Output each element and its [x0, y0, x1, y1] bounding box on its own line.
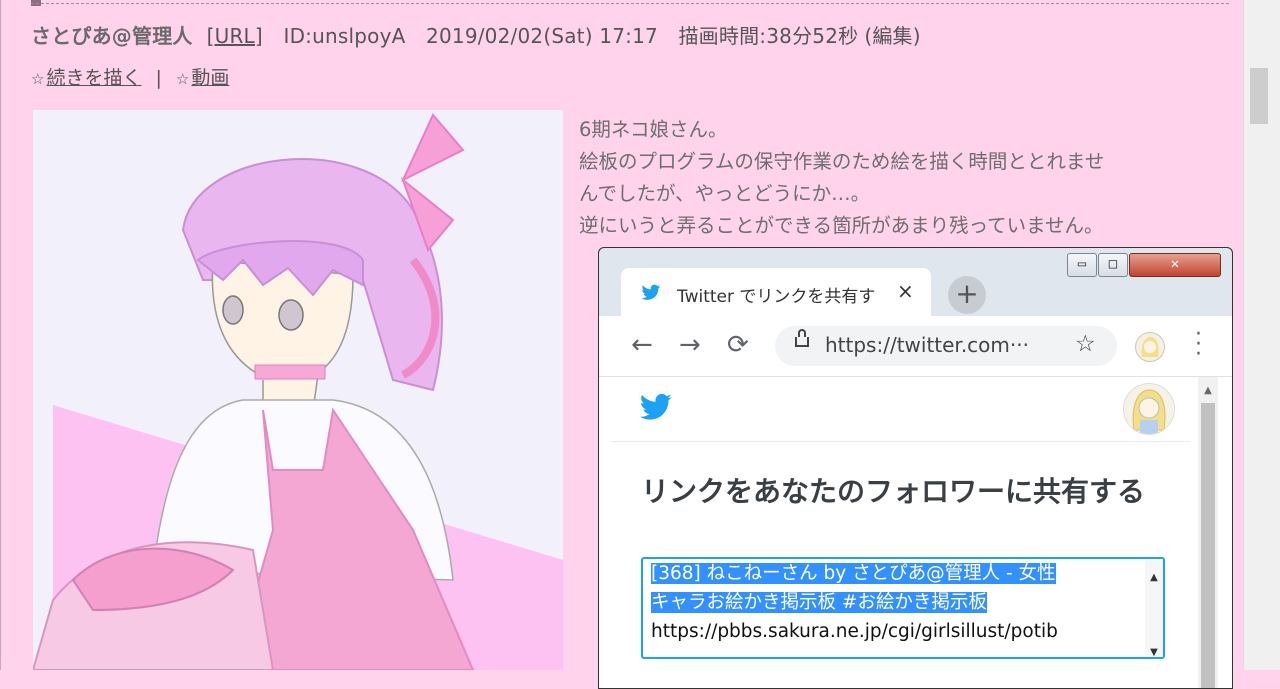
share-heading: リンクをあなたのフォロワーに共有する: [641, 475, 1146, 508]
page-scrollbar-thumb[interactable]: [1250, 68, 1268, 124]
edit-link[interactable]: (編集): [864, 24, 920, 48]
illustration-image: [33, 113, 563, 670]
tab-title: Twitter でリンクを共有す: [677, 287, 876, 307]
post-comment: 6期ネコ娘さん。 絵板のプログラムの保守作業のため絵を描く時間ととれませ んでし…: [579, 114, 1219, 242]
maximize-icon: □: [1108, 256, 1118, 272]
minimize-button[interactable]: ▭: [1067, 253, 1097, 277]
address-url: https://twitter.com···: [825, 333, 1029, 357]
content-scrollbar[interactable]: ▲: [1198, 377, 1218, 688]
forward-arrow-icon[interactable]: →: [679, 330, 701, 360]
comment-line: んでしたが、やっとどうにか…。: [579, 182, 871, 205]
new-tab-button[interactable]: +: [948, 276, 986, 314]
star-icon: ☆: [31, 70, 45, 88]
video-link[interactable]: 動画: [191, 67, 229, 89]
browser-window: ▭ □ ✕ Twitter でリンクを共有す × + ← → ⟳ https:/…: [598, 247, 1233, 689]
scroll-up-icon[interactable]: ▲: [1198, 385, 1218, 396]
maximize-button[interactable]: □: [1098, 253, 1128, 277]
minimize-icon: ▭: [1077, 256, 1087, 272]
browser-toolbar: ← → ⟳ https://twitter.com··· ☆ · · ·: [599, 316, 1232, 377]
post-links: ☆ 続きを描く | ☆ 動画: [31, 63, 229, 90]
menu-dots-icon[interactable]: · · ·: [1195, 324, 1202, 366]
link-separator: |: [155, 67, 162, 89]
tweet-text-line: https://pbbs.sakura.ne.jp/cgi/girlsillus…: [651, 621, 1058, 642]
close-icon: ✕: [1170, 256, 1180, 272]
post-datetime: 2019/02/02(Sat) 17:17: [426, 24, 658, 48]
address-bar[interactable]: https://twitter.com··· ☆: [775, 326, 1117, 366]
tweet-textarea[interactable]: [368] ねこねーさん by さとぴあ@管理人 - 女性 キャラお絵かき掲示板…: [641, 557, 1165, 659]
twitter-bird-icon: [641, 284, 661, 300]
star-icon: ☆: [175, 70, 190, 88]
post-header: さとぴあ@管理人 [URL] ID:unslpoyA 2019/02/02(Sat…: [31, 20, 921, 49]
draw-time: 描画時間:38分52秒: [678, 24, 859, 48]
posted-illustration[interactable]: [33, 110, 563, 670]
url-link[interactable]: [URL]: [207, 24, 263, 48]
profile-avatar[interactable]: [1135, 332, 1165, 362]
window-close-button[interactable]: ✕: [1129, 253, 1221, 277]
comment-line: 絵板のプログラムの保守作業のため絵を描く時間ととれませ: [579, 150, 1105, 173]
user-avatar[interactable]: [1123, 383, 1175, 435]
tab-close-icon[interactable]: ×: [897, 279, 914, 303]
post-separator: [31, 3, 1229, 4]
bookmark-star-icon[interactable]: ☆: [1075, 331, 1096, 357]
reload-icon[interactable]: ⟳: [727, 330, 749, 360]
browser-tab[interactable]: Twitter でリンクを共有す ×: [621, 268, 931, 318]
post-id: ID:unslpoyA: [283, 24, 406, 48]
post-author: さとぴあ@管理人: [31, 24, 193, 48]
textarea-scrollbar[interactable]: ▲ ▼: [1145, 559, 1163, 657]
comment-line: 逆にいうと弄ることができる箇所があまり残っていません。: [579, 214, 1104, 237]
twitter-header: [611, 377, 1191, 442]
page-scrollbar[interactable]: [1243, 0, 1280, 670]
twitter-bird-icon[interactable]: [639, 393, 673, 423]
lock-icon: [795, 329, 809, 347]
tweet-text-line: キャラお絵かき掲示板 #お絵かき掲示板: [651, 592, 987, 613]
back-arrow-icon[interactable]: ←: [631, 330, 653, 360]
continue-drawing-link[interactable]: 続きを描く: [46, 67, 141, 89]
comment-line: 6期ネコ娘さん。: [579, 118, 728, 141]
window-titlebar[interactable]: ▭ □ ✕ Twitter でリンクを共有す × +: [599, 248, 1232, 318]
twitter-share-page: リンクをあなたのフォロワーに共有する [368] ねこねーさん by さとぴあ@…: [599, 377, 1232, 688]
content-scrollbar-thumb[interactable]: [1201, 403, 1215, 688]
tweet-text-line: [368] ねこねーさん by さとぴあ@管理人 - 女性: [651, 563, 1056, 584]
